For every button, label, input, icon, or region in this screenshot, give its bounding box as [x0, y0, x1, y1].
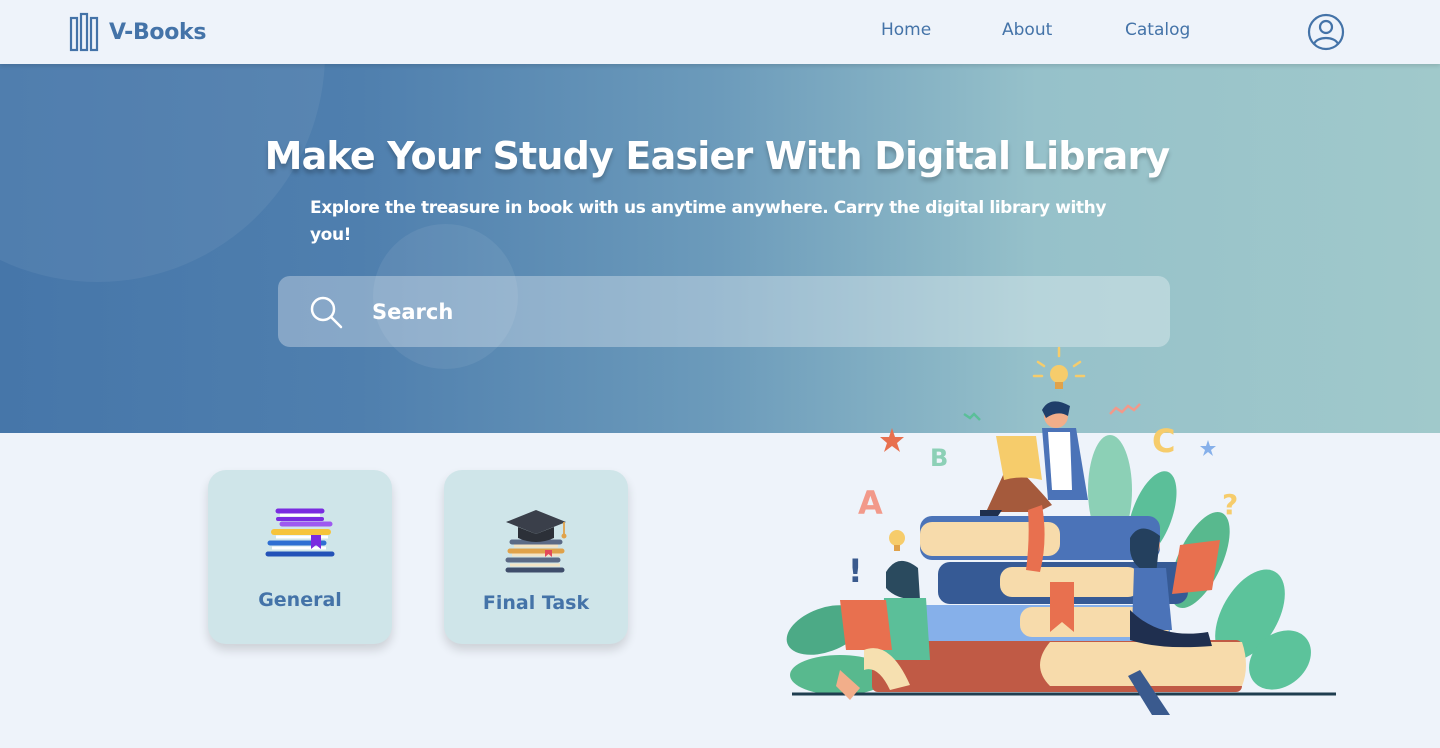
exclamation-decoration: !	[848, 552, 863, 590]
graduation-cap-books-icon	[505, 510, 567, 573]
category-card-final-task[interactable]: Final Task	[444, 470, 628, 644]
user-profile-button[interactable]	[1307, 13, 1345, 51]
bookshelf-logo-icon	[69, 12, 99, 52]
hero-title: Make Your Study Easier With Digital Libr…	[264, 134, 1171, 178]
nav-home-link[interactable]: Home	[881, 20, 931, 40]
top-navbar: V-Books Home About Catalog	[0, 0, 1440, 64]
stacked-books-icon	[265, 508, 335, 557]
reading-people-illustration: B C A ? !	[786, 346, 1336, 715]
letter-a-decoration: A	[858, 484, 883, 522]
category-card-general[interactable]: General	[208, 470, 392, 644]
nav-about-link[interactable]: About	[1002, 20, 1052, 40]
nav-catalog-link[interactable]: Catalog	[1125, 20, 1190, 40]
brand-logo[interactable]: V-Books	[69, 12, 206, 52]
letter-c-decoration: C	[1152, 422, 1175, 460]
search-input[interactable]	[372, 276, 1152, 347]
question-mark-decoration: ?	[1222, 488, 1238, 521]
category-label-general: General	[258, 589, 342, 611]
hero-subtitle: Explore the treasure in book with us any…	[310, 198, 1107, 245]
brand-name: V-Books	[109, 19, 207, 45]
user-profile-icon	[1307, 13, 1345, 51]
search-icon	[310, 296, 343, 329]
letter-b-decoration: B	[930, 444, 948, 472]
category-label-final-task: Final Task	[482, 592, 590, 614]
search-bar[interactable]	[278, 276, 1170, 347]
